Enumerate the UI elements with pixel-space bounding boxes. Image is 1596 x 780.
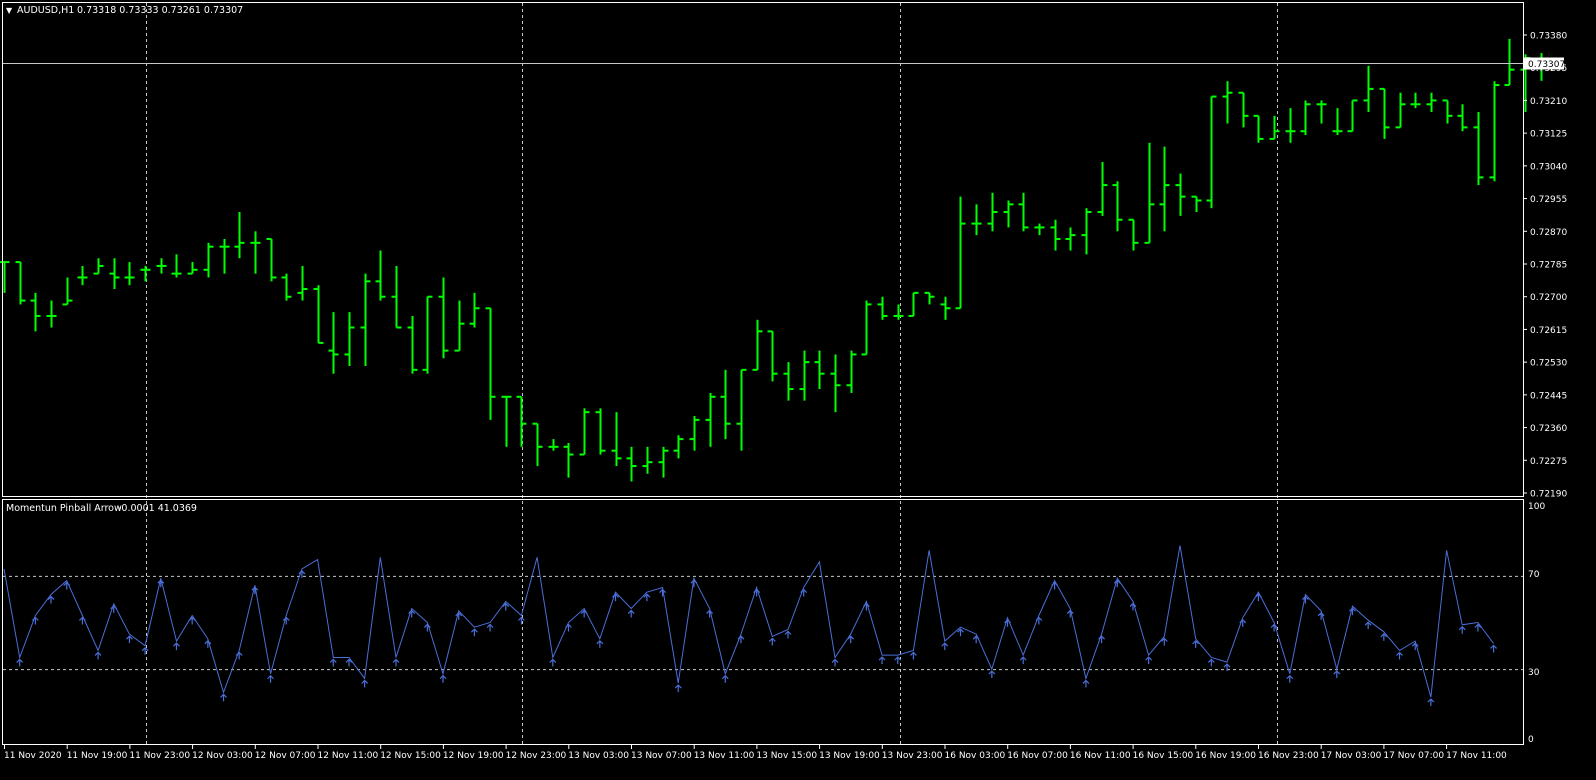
price-axis-label: 0.72360 bbox=[1530, 424, 1567, 434]
chart-ohlc: 0.73318 0.73333 0.73261 0.73307 bbox=[77, 5, 243, 16]
price-axis[interactable]: 0.733800.732950.732100.731250.730400.729… bbox=[1523, 32, 1567, 500]
price-axis-label: 0.72700 bbox=[1530, 293, 1567, 303]
time-axis-label: 12 Nov 23:00 bbox=[506, 751, 567, 761]
time-axis-label: 16 Nov 07:00 bbox=[1007, 751, 1068, 761]
time-axis-label: 12 Nov 11:00 bbox=[318, 751, 379, 761]
price-axis-label: 0.73125 bbox=[1530, 130, 1567, 140]
price-axis-label: 0.73210 bbox=[1530, 97, 1567, 107]
price-axis-label: 0.72190 bbox=[1530, 490, 1567, 500]
time-axis-label: 13 Nov 15:00 bbox=[756, 751, 817, 761]
current-price-tag: 0.73307 bbox=[1524, 57, 1565, 70]
price-axis-label: 0.72275 bbox=[1530, 457, 1567, 467]
indicator-axis-0: 0 bbox=[1528, 735, 1534, 745]
time-axis-label: 17 Nov 03:00 bbox=[1321, 751, 1382, 761]
indicator-label: Momentun Pinball Arrow bbox=[6, 503, 122, 514]
chart-symbol: AUDUSD,H1 bbox=[17, 5, 74, 16]
price-axis-label: 0.72955 bbox=[1530, 195, 1567, 205]
indicator-axis-70: 70 bbox=[1528, 570, 1540, 580]
price-axis-label: 0.72870 bbox=[1530, 228, 1567, 238]
time-axis-label: 13 Nov 23:00 bbox=[882, 751, 943, 761]
indicator-header: Momentun Pinball Arrow -0.0001 41.0369 bbox=[6, 503, 197, 514]
time-axis-label: 11 Nov 23:00 bbox=[129, 751, 190, 761]
time-axis-label: 13 Nov 11:00 bbox=[694, 751, 755, 761]
price-axis-label: 0.72785 bbox=[1530, 261, 1567, 271]
time-axis-label: 12 Nov 07:00 bbox=[255, 751, 316, 761]
price-axis-label: 0.73380 bbox=[1530, 32, 1567, 42]
chart-background bbox=[0, 0, 1596, 780]
time-axis-label: 17 Nov 11:00 bbox=[1446, 751, 1507, 761]
time-axis-label: 16 Nov 11:00 bbox=[1070, 751, 1131, 761]
time-axis-label: 17 Nov 07:00 bbox=[1383, 751, 1444, 761]
time-axis-label: 13 Nov 03:00 bbox=[568, 751, 629, 761]
price-axis-label: 0.73040 bbox=[1530, 162, 1567, 172]
chart-window[interactable]: 0.733800.732950.732100.731250.730400.729… bbox=[0, 0, 1596, 780]
time-axis-label: 16 Nov 19:00 bbox=[1195, 751, 1256, 761]
price-axis-label: 0.72530 bbox=[1530, 359, 1567, 369]
chart-menu-icon[interactable]: ▼ bbox=[6, 6, 13, 15]
time-axis-label: 13 Nov 19:00 bbox=[819, 751, 880, 761]
time-axis-label: 16 Nov 15:00 bbox=[1133, 751, 1194, 761]
indicator-axis-100: 100 bbox=[1528, 502, 1545, 512]
time-axis-label: 12 Nov 19:00 bbox=[443, 751, 504, 761]
time-axis-label: 12 Nov 15:00 bbox=[380, 751, 441, 761]
current-price-label: 0.73307 bbox=[1528, 60, 1565, 70]
time-axis-label: 12 Nov 03:00 bbox=[192, 751, 253, 761]
indicator-axis-30: 30 bbox=[1528, 668, 1540, 678]
indicator-values: -0.0001 41.0369 bbox=[118, 503, 197, 514]
chart-header: ▼ AUDUSD,H1 0.73318 0.73333 0.73261 0.73… bbox=[6, 5, 243, 16]
time-axis-label: 11 Nov 2020 bbox=[4, 751, 62, 761]
time-axis-label: 11 Nov 19:00 bbox=[67, 751, 128, 761]
time-axis-label: 16 Nov 03:00 bbox=[945, 751, 1006, 761]
time-axis-label: 13 Nov 07:00 bbox=[631, 751, 692, 761]
time-axis-label: 16 Nov 23:00 bbox=[1258, 751, 1319, 761]
price-axis-label: 0.72615 bbox=[1530, 326, 1567, 336]
price-axis-label: 0.72445 bbox=[1530, 391, 1567, 401]
